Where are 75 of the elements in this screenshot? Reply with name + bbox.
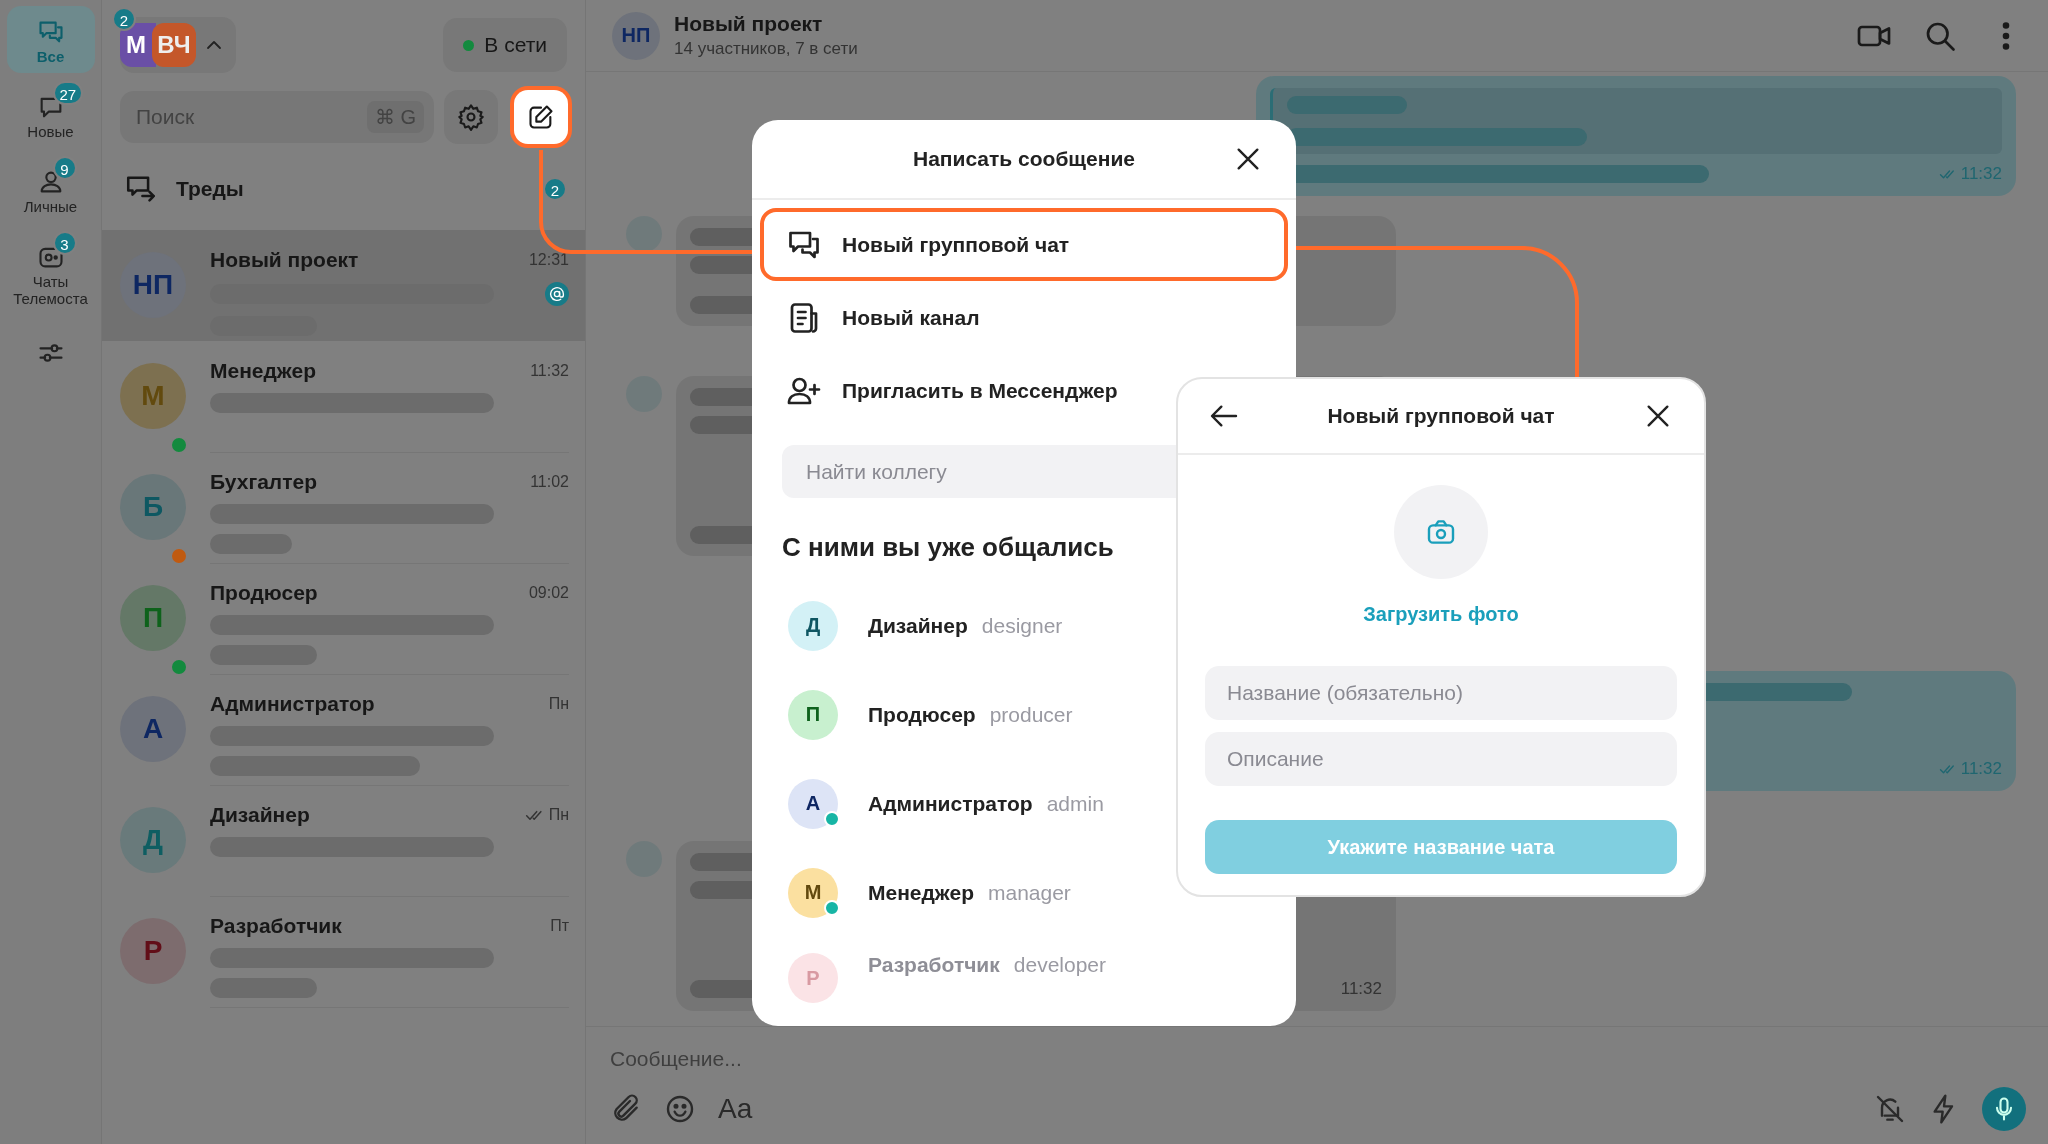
contact-login: admin [1046, 791, 1104, 816]
section-heading: С ними вы уже общались [782, 532, 1114, 563]
avatar: П [120, 585, 186, 651]
chat-title: Новый проект [674, 12, 824, 36]
chat-name: Разработчик [210, 914, 342, 938]
count-badge: 27 [52, 81, 84, 105]
avatar: НП [612, 11, 660, 60]
chat-name: Бухгалтер [210, 470, 317, 494]
chat-name: Менеджер [210, 359, 316, 383]
chat-time: 11:02 [530, 473, 569, 491]
chat-item[interactable]: Б Бухгалтер 11:02 [102, 452, 585, 563]
message-input[interactable]: Сообщение... [610, 1031, 2026, 1087]
contact-name: Администратор [868, 791, 1033, 816]
chat-name: Продюсер [210, 581, 318, 605]
chat-item[interactable]: Д Дизайнер Пн [102, 785, 585, 896]
contact-item[interactable]: Р Разработчик developer [752, 937, 1296, 1013]
chat-item[interactable]: Р Разработчик Пт [102, 896, 585, 1007]
chat-time: Пн [548, 695, 569, 713]
chat-time: Пт [550, 917, 569, 935]
avatar: Б [120, 474, 186, 540]
chat-name: Новый проект [210, 248, 359, 272]
contact-login: producer [989, 702, 1073, 727]
chat-time: 11:32 [530, 362, 569, 380]
avatar: М [788, 867, 838, 918]
chat-name: Дизайнер [210, 803, 310, 827]
chat-name: Администратор [210, 692, 375, 716]
account-avatar: ВЧ [152, 23, 196, 67]
status-label: В сети [484, 33, 547, 57]
emoji-icon[interactable] [664, 1093, 696, 1125]
avatar: Р [788, 953, 838, 1003]
avatar: Д [788, 600, 838, 651]
menu-item[interactable]: Новый канал [760, 281, 1288, 354]
message-time: 11:32 [1960, 164, 2002, 184]
avatar: Р [120, 918, 186, 984]
avatar: НП [120, 252, 186, 318]
chat-time: Пн [548, 806, 569, 824]
chat-subtitle: 14 участников, 7 в сети [674, 39, 859, 59]
settings-icon [457, 103, 485, 131]
message-time: 11:32 [1340, 979, 1382, 999]
message-time: 11:32 [1960, 759, 2002, 779]
microphone-button[interactable] [1982, 1087, 2026, 1131]
avatar: П [788, 689, 838, 740]
dialog-title: Написать сообщение [912, 147, 1136, 171]
chat-item[interactable]: П Продюсер 09:02 [102, 563, 585, 674]
contact-name: Менеджер [868, 880, 974, 905]
sidebar-tab[interactable]: 9 Личные [6, 156, 95, 223]
dialog-title: Новый групповой чат [1327, 404, 1555, 428]
chat-item[interactable]: А Администратор Пн [102, 674, 585, 785]
contact-name: Разработчик [868, 953, 1000, 977]
contact-login: designer [981, 613, 1063, 638]
avatar: А [788, 778, 838, 829]
format-button[interactable]: Aa [718, 1093, 753, 1125]
count-badge: 3 [52, 231, 77, 255]
sidebar-tab[interactable]: 27 Новые [6, 81, 95, 148]
contact-login: manager [988, 880, 1071, 905]
compose-icon [527, 103, 555, 131]
sidebar-tab[interactable]: 3 Чаты Телемоста [6, 231, 95, 315]
count-badge: 9 [52, 156, 77, 180]
count-badge: 2 [543, 177, 567, 201]
avatar: М [120, 363, 186, 429]
online-dot [463, 39, 475, 51]
avatar [626, 216, 662, 252]
contact-login: developer [1013, 953, 1107, 977]
avatar: Д [120, 807, 186, 873]
contact-name: Продюсер [868, 702, 976, 727]
menu-item[interactable]: Новый групповой чат [760, 208, 1288, 281]
bell-off-icon[interactable] [1874, 1093, 1906, 1125]
status-button[interactable]: В сети [443, 18, 567, 72]
contact-name: Дизайнер [868, 613, 968, 638]
threads-item[interactable]: Треды 2 [102, 148, 585, 230]
avatar: А [120, 696, 186, 762]
chat-item[interactable]: М Менеджер 11:32 [102, 341, 585, 452]
chat-time: 12:31 [528, 251, 569, 269]
chat-time: 09:02 [528, 584, 569, 602]
settings-button[interactable] [444, 90, 498, 144]
